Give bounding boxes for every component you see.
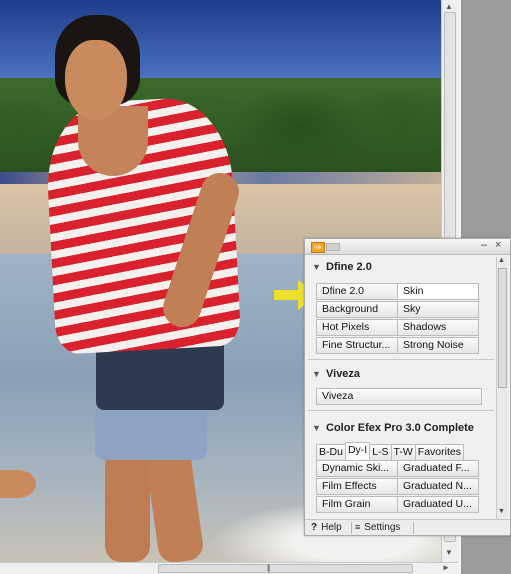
- palette-scroll-thumb[interactable]: [498, 268, 507, 388]
- settings-icon: ≡: [355, 522, 361, 532]
- help-icon: ?: [311, 522, 318, 533]
- palette-footer: ? Help ≡ Settings: [305, 519, 510, 535]
- close-icon[interactable]: ×: [495, 239, 501, 251]
- settings-button[interactable]: ≡ Settings: [355, 522, 400, 533]
- scroll-down-icon[interactable]: ▼: [445, 548, 453, 557]
- section-color-efex-pro: ▼ Color Efex Pro 3.0 Complete B-Du Dy-I L-…: [308, 418, 494, 514]
- horizontal-scrollbar[interactable]: ||| ►: [0, 562, 458, 574]
- help-button[interactable]: ? Help: [311, 522, 342, 533]
- film-grain-button[interactable]: Film Grain: [316, 496, 398, 513]
- tab-l-s[interactable]: L-S: [369, 444, 392, 461]
- scroll-up-icon[interactable]: ▲: [498, 257, 505, 264]
- photo-child-hand: [0, 470, 36, 498]
- collapse-triangle-icon[interactable]: ▼: [312, 418, 321, 438]
- background-button[interactable]: Background: [316, 301, 398, 318]
- shadows-button[interactable]: Shadows: [397, 319, 479, 336]
- collapse-triangle-icon[interactable]: ▼: [312, 364, 321, 384]
- palette-body: ▼ Dfine 2.0 Dfine 2.0 Skin Background Sky …: [308, 257, 494, 519]
- palette-scrollbar[interactable]: ▲ ▼: [496, 257, 508, 519]
- strong-noise-button[interactable]: Strong Noise: [397, 337, 479, 354]
- section-title: Color Efex Pro 3.0 Complete: [326, 422, 474, 434]
- nik-selective-palette: nik – × ▼ Dfine 2.0 Dfine 2.0 Skin Backgr…: [304, 238, 511, 536]
- minimize-icon[interactable]: –: [481, 239, 487, 251]
- section-title: Dfine 2.0: [326, 261, 372, 273]
- settings-label: Settings: [364, 522, 401, 533]
- tab-favorites[interactable]: Favorites: [414, 444, 464, 461]
- cep-tab-bar: B-Du Dy-I L-S T-W Favorites: [308, 438, 494, 461]
- divider: [308, 410, 494, 411]
- tab-b-du[interactable]: B-Du: [316, 444, 346, 461]
- graduated-fog-button[interactable]: Graduated F...: [397, 460, 479, 477]
- divider: [308, 359, 494, 360]
- scroll-grip-icon: |||: [267, 565, 271, 572]
- film-effects-button[interactable]: Film Effects: [316, 478, 398, 495]
- scroll-up-icon[interactable]: ▲: [445, 2, 453, 11]
- section-cep-header[interactable]: ▼ Color Efex Pro 3.0 Complete: [308, 418, 494, 438]
- dynamic-skin-button[interactable]: Dynamic Ski...: [316, 460, 398, 477]
- horizontal-scroll-thumb[interactable]: |||: [158, 564, 413, 573]
- scroll-down-icon[interactable]: ▼: [498, 508, 505, 515]
- nik-logo-icon: nik: [311, 242, 325, 253]
- palette-collapse-tab[interactable]: [326, 243, 340, 251]
- photo-person-leg-left: [105, 450, 150, 562]
- footer-divider: [413, 522, 414, 534]
- viveza-button[interactable]: Viveza: [316, 388, 482, 405]
- hot-pixels-button[interactable]: Hot Pixels: [316, 319, 398, 336]
- sky-button[interactable]: Sky: [397, 301, 479, 318]
- scroll-right-icon[interactable]: ►: [442, 563, 450, 572]
- section-dfine: ▼ Dfine 2.0 Dfine 2.0 Skin Background Sky …: [308, 257, 494, 360]
- photo-person-face: [65, 40, 127, 120]
- section-viveza: ▼ Viveza Viveza: [308, 364, 494, 411]
- footer-divider: [351, 522, 352, 534]
- graduated-user-button[interactable]: Graduated U...: [397, 496, 479, 513]
- palette-titlebar[interactable]: nik – ×: [305, 239, 510, 255]
- help-label: Help: [321, 522, 342, 533]
- graduated-neutral-button[interactable]: Graduated N...: [397, 478, 479, 495]
- collapse-triangle-icon[interactable]: ▼: [312, 257, 321, 277]
- dfine-button[interactable]: Dfine 2.0: [316, 283, 398, 300]
- section-viveza-header[interactable]: ▼ Viveza: [308, 364, 494, 384]
- tab-dy-i[interactable]: Dy-I: [344, 442, 371, 461]
- fine-structures-button[interactable]: Fine Structur...: [316, 337, 398, 354]
- section-title: Viveza: [326, 368, 361, 380]
- skin-button[interactable]: Skin: [397, 283, 479, 300]
- tab-t-w[interactable]: T-W: [390, 444, 416, 461]
- section-dfine-header[interactable]: ▼ Dfine 2.0: [308, 257, 494, 277]
